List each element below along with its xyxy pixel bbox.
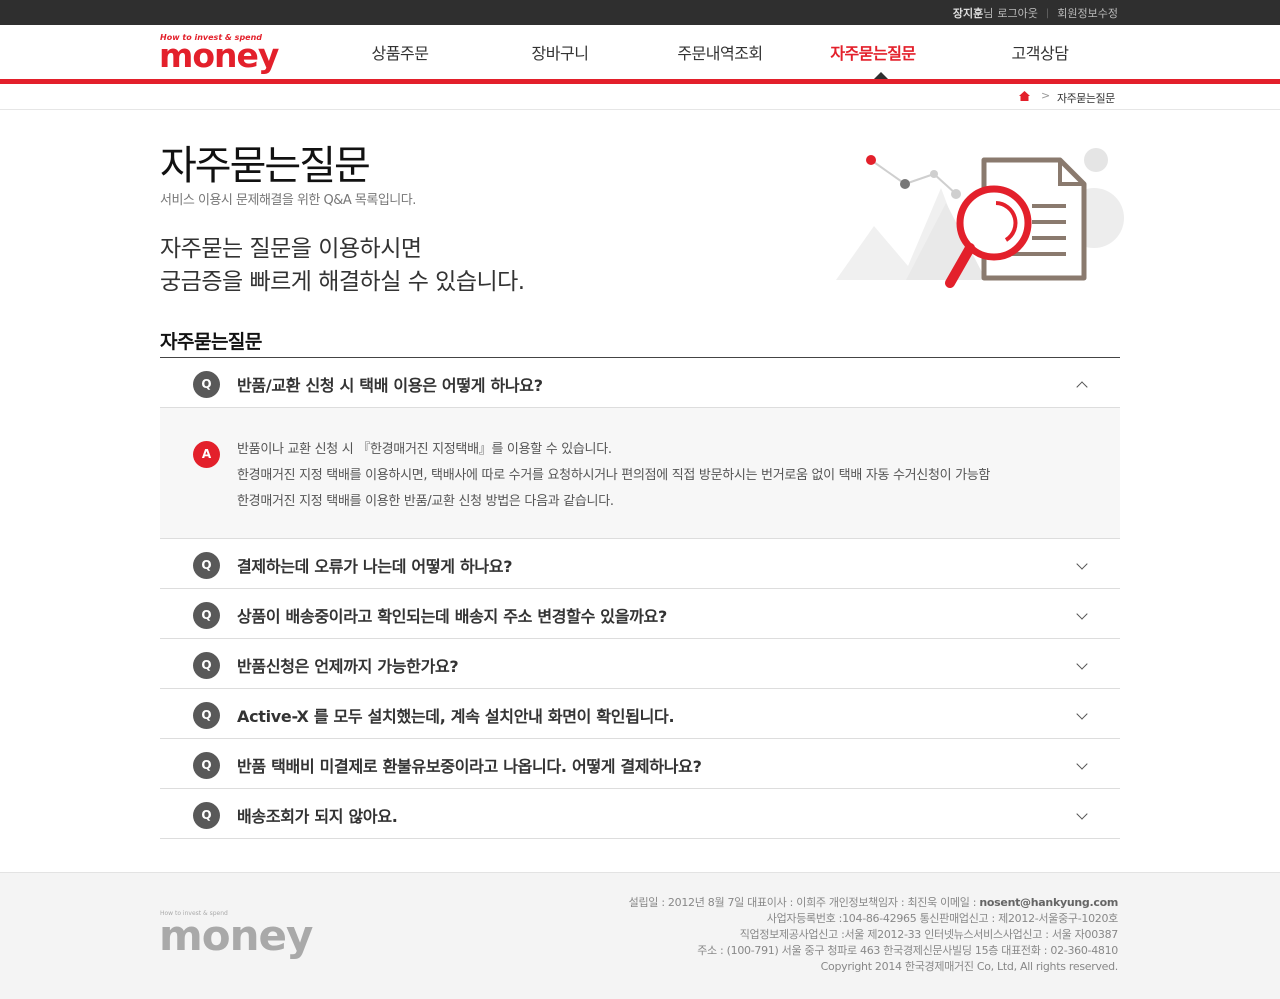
nav-item-customer-support[interactable]: 고객상담 bbox=[1012, 40, 1069, 64]
question-badge: Q bbox=[193, 702, 220, 729]
nav-item-cart[interactable]: 장바구니 bbox=[532, 40, 589, 64]
footer-logo: How to invest & spend money bbox=[159, 910, 320, 966]
contact-email[interactable]: nosent@hankyung.com bbox=[979, 896, 1118, 909]
money-logo[interactable]: How to invest & spend money bbox=[159, 33, 279, 75]
faq-item[interactable]: Q 상품이 배송중이라고 확인되는데 배송지 주소 변경할수 있을까요? bbox=[160, 589, 1120, 639]
faq-list: Q 반품/교환 신청 시 택배 이용은 어떻게 하나요? A 반품이나 교환 신… bbox=[160, 357, 1120, 839]
faq-item[interactable]: Q 반품신청은 언제까지 가능한가요? bbox=[160, 639, 1120, 689]
company-info-line-3: 직업정보제공사업신고 :서울 제2012-33 인터넷뉴스서비스사업신고 : 서… bbox=[739, 928, 1119, 941]
company-info-line-2: 사업자등록번호 :104-86-42965 통신판매업신고 : 제2012-서울… bbox=[766, 912, 1119, 925]
home-icon[interactable] bbox=[1019, 91, 1030, 101]
page-subtitle: 서비스 이용시 문제해결을 위한 Q&A 목록입니다. bbox=[160, 193, 416, 208]
company-info-text: 설립일 : 2012년 8월 7일 대표이사 : 이희주 개인정보책임자 : 최… bbox=[628, 896, 980, 909]
footer-logo-wordmark: money bbox=[159, 911, 313, 960]
chevron-down-icon[interactable] bbox=[1076, 758, 1088, 770]
faq-item[interactable]: Q 반품 택배비 미결제로 환불유보중이라고 나옵니다. 어떻게 결제하나요? bbox=[160, 739, 1120, 789]
faq-item[interactable]: Q 배송조회가 되지 않아요. bbox=[160, 789, 1120, 839]
faq-question: 상품이 배송중이라고 확인되는데 배송지 주소 변경할수 있을까요? bbox=[237, 607, 667, 626]
company-info-line-4: 주소 : (100-791) 서울 중구 청파로 463 한국경제신문사빌딩 1… bbox=[697, 944, 1118, 957]
company-info-line-1: 설립일 : 2012년 8월 7일 대표이사 : 이희주 개인정보책임자 : 최… bbox=[628, 895, 1119, 911]
breadcrumb: > 자주묻는질문 bbox=[0, 84, 1280, 110]
nav-item-order-history[interactable]: 주문내역조회 bbox=[677, 40, 763, 64]
intro-line-2: 궁금증을 빠르게 해결하실 수 있습니다. bbox=[160, 269, 525, 295]
chevron-up-icon[interactable] bbox=[1076, 381, 1088, 393]
top-utility-bar: 장지훈 님 로그아웃 | 회원정보수정 bbox=[0, 0, 1280, 25]
faq-question: 반품 택배비 미결제로 환불유보중이라고 나옵니다. 어떻게 결제하나요? bbox=[237, 757, 702, 776]
intro-line-1: 자주묻는 질문을 이용하시면 bbox=[160, 236, 422, 262]
faq-search-illustration bbox=[836, 148, 1124, 288]
nav-item-faq[interactable]: 자주묻는질문 bbox=[830, 40, 916, 64]
chevron-down-icon[interactable] bbox=[1076, 808, 1088, 820]
intro-text: 자주묻는 질문을 이용하시면 궁금증을 빠르게 해결하실 수 있습니다. bbox=[160, 233, 525, 299]
faq-question: 결제하는데 오류가 나는데 어떻게 하나요? bbox=[237, 557, 513, 576]
question-badge: Q bbox=[193, 552, 220, 579]
answer-text: 반품이나 교환 신청 시 『한경매거진 지정택배』를 이용할 수 있습니다. 한… bbox=[237, 437, 990, 515]
chevron-right-icon: > bbox=[1041, 89, 1051, 102]
breadcrumb-current: 자주묻는질문 bbox=[1057, 92, 1115, 105]
question-badge: Q bbox=[193, 371, 220, 398]
question-badge: Q bbox=[193, 652, 220, 679]
nav-item-product-order[interactable]: 상품주문 bbox=[372, 40, 429, 64]
faq-item[interactable]: Q 결제하는데 오류가 나는데 어떻게 하나요? bbox=[160, 539, 1120, 589]
faq-question: 배송조회가 되지 않아요. bbox=[237, 807, 398, 826]
user-links: 장지훈 님 로그아웃 | 회원정보수정 bbox=[953, 5, 1118, 21]
company-info: 설립일 : 2012년 8월 7일 대표이사 : 이희주 개인정보책임자 : 최… bbox=[628, 895, 1119, 975]
faq-item-expanded[interactable]: Q 반품/교환 신청 시 택배 이용은 어떻게 하나요? bbox=[160, 358, 1120, 408]
logout-link[interactable]: 로그아웃 bbox=[997, 5, 1037, 21]
answer-line: 한경매거진 지정 택배를 이용하시면, 택배사에 따로 수거를 요청하시거나 편… bbox=[237, 468, 991, 483]
faq-question: 반품신청은 언제까지 가능한가요? bbox=[237, 657, 459, 676]
chevron-down-icon[interactable] bbox=[1076, 608, 1088, 620]
copyright: Copyright 2014 한국경제매거진 Co, Ltd, All righ… bbox=[820, 960, 1119, 973]
answer-badge: A bbox=[193, 441, 220, 468]
question-badge: Q bbox=[193, 602, 220, 629]
faq-answer: A 반품이나 교환 신청 시 『한경매거진 지정택배』를 이용할 수 있습니다.… bbox=[160, 408, 1120, 539]
answer-line: 반품이나 교환 신청 시 『한경매거진 지정택배』를 이용할 수 있습니다. bbox=[237, 442, 612, 457]
chevron-down-icon[interactable] bbox=[1076, 708, 1088, 720]
divider: | bbox=[1045, 7, 1050, 19]
footer: How to invest & spend money 설립일 : 2012년 … bbox=[0, 872, 1280, 999]
user-suffix: 님 bbox=[983, 7, 994, 20]
faq-question: 반품/교환 신청 시 택배 이용은 어떻게 하나요? bbox=[237, 376, 543, 395]
faq-section-heading: 자주묻는질문 bbox=[160, 331, 262, 353]
chevron-down-icon[interactable] bbox=[1076, 558, 1088, 570]
faq-item[interactable]: Q Active-X 를 모두 설치했는데, 계속 설치안내 화면이 확인됩니다… bbox=[160, 689, 1120, 739]
answer-line: 한경매거진 지정 택배를 이용한 반품/교환 신청 방법은 다음과 같습니다. bbox=[237, 494, 614, 509]
faq-question: Active-X 를 모두 설치했는데, 계속 설치안내 화면이 확인됩니다. bbox=[237, 707, 675, 726]
page-title: 자주묻는질문 bbox=[160, 143, 371, 189]
question-badge: Q bbox=[193, 802, 220, 829]
edit-profile-link[interactable]: 회원정보수정 bbox=[1057, 5, 1118, 21]
logo-wordmark: money bbox=[159, 36, 279, 75]
user-name: 장지훈 bbox=[952, 7, 984, 20]
question-badge: Q bbox=[193, 752, 220, 779]
chevron-down-icon[interactable] bbox=[1076, 658, 1088, 670]
